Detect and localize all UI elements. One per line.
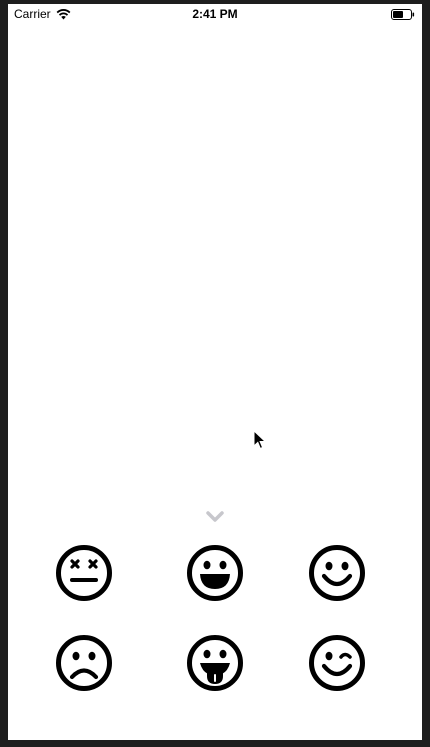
grinning-face-icon — [187, 545, 243, 601]
tongue-out-face-icon — [187, 635, 243, 691]
app-screen: Carrier 2:41 PM — [8, 4, 422, 740]
status-time: 2:41 PM — [192, 7, 238, 21]
smiling-face-icon — [309, 545, 365, 601]
winking-face-icon — [309, 635, 365, 691]
device-frame: Carrier 2:41 PM — [0, 0, 430, 747]
chevron-down-icon — [206, 511, 224, 522]
mouse-cursor-icon — [253, 430, 267, 450]
battery-icon — [391, 9, 415, 20]
emoji-winking-button[interactable] — [308, 634, 366, 692]
dizzy-face-icon — [56, 545, 112, 601]
emoji-frowning-button[interactable] — [55, 634, 113, 692]
status-bar: Carrier 2:41 PM — [8, 4, 422, 24]
collapse-button[interactable] — [203, 509, 227, 525]
emoji-dizzy-button[interactable] — [55, 544, 113, 602]
emoji-grinning-button[interactable] — [186, 544, 244, 602]
emoji-smiling-button[interactable] — [308, 544, 366, 602]
emoji-tongue-out-button[interactable] — [186, 634, 244, 692]
frowning-face-icon — [56, 635, 112, 691]
